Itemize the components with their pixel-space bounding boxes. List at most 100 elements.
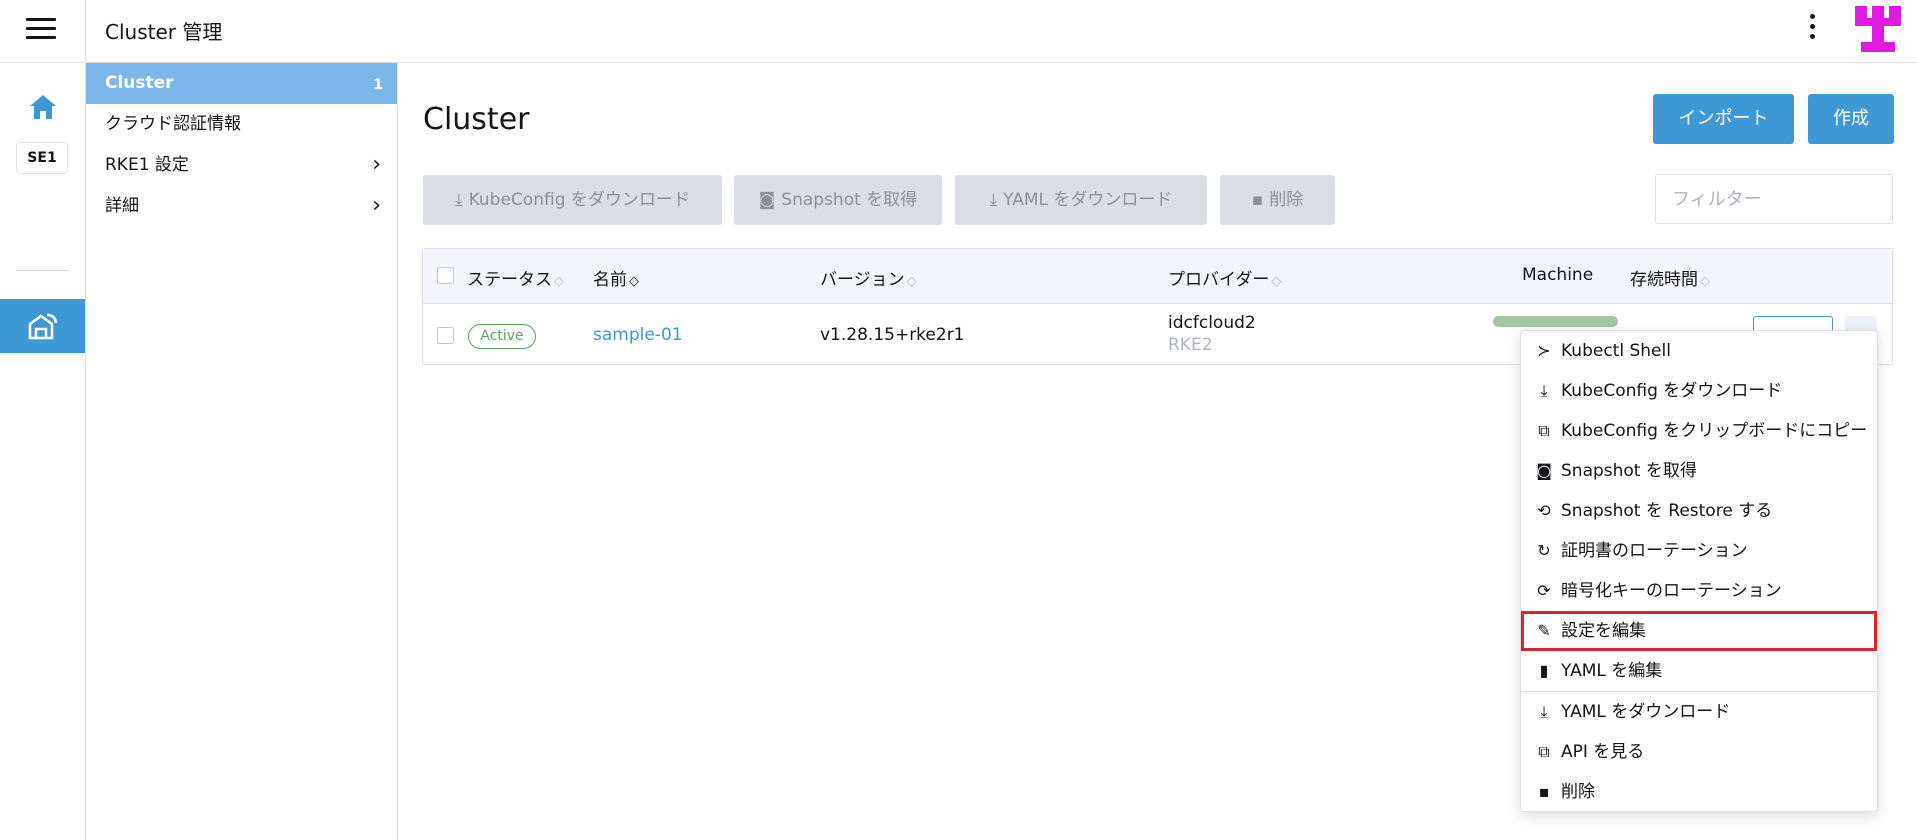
column-header-age[interactable]: 存続時間 ◇ — [1630, 265, 1710, 290]
column-header-status[interactable]: ステータス ◇ — [467, 265, 564, 290]
trash-icon: ▪ — [1251, 190, 1264, 210]
download-icon: ⤓ — [455, 190, 463, 210]
cluster-provider-type: RKE2 — [1168, 335, 1213, 355]
cluster-provider: idcfcloud2 — [1168, 313, 1256, 333]
column-label: ステータス — [467, 270, 552, 290]
menu-item-label: 設定を編集 — [1561, 621, 1646, 641]
menu-item-label: 暗号化キーのローテーション — [1561, 581, 1782, 601]
column-label: プロバイダー — [1168, 270, 1270, 290]
cluster-management-icon — [28, 313, 58, 340]
button-label: YAML をダウンロード — [1003, 190, 1173, 210]
top-bar: Cluster 管理 — [0, 0, 1917, 63]
menu-item-download-yaml[interactable]: ⤓ YAML をダウンロード — [1521, 692, 1877, 732]
sidenav-item-details[interactable]: 詳細 › — [86, 186, 397, 227]
restore-icon: ⟲ — [1537, 501, 1551, 520]
sort-icon: ◇ — [1271, 274, 1282, 289]
rotate-icon: ↻ — [1537, 541, 1551, 560]
menu-item-label: API を見る — [1561, 742, 1645, 762]
external-link-icon: ⧉ — [1538, 742, 1550, 761]
camera-icon: ◙ — [1536, 461, 1552, 480]
menu-item-delete[interactable]: ▪ 削除 — [1521, 772, 1877, 812]
menu-item-label: Kubectl Shell — [1561, 341, 1671, 361]
menu-item-label: 証明書のローテーション — [1561, 541, 1748, 561]
sidenav-item-label: クラウド認証情報 — [105, 114, 241, 134]
chevron-right-icon: › — [372, 152, 381, 177]
cluster-actions-menu: ≻ Kubectl Shell ⤓ KubeConfig をダウンロード ⧉ Kube… — [1520, 330, 1878, 812]
menu-item-copy-kubeconfig[interactable]: ⧉ KubeConfig をクリップボードにコピー — [1521, 411, 1877, 451]
menu-item-label: Snapshot を Restore する — [1561, 501, 1773, 521]
left-rail: SE1 — [0, 63, 86, 840]
sidenav-item-rke1-settings[interactable]: RKE1 設定 › — [86, 145, 397, 186]
page-title: Cluster — [423, 102, 530, 137]
download-kubeconfig-button[interactable]: ⤓ KubeConfig をダウンロード — [423, 175, 722, 225]
column-label: バージョン — [820, 270, 905, 290]
menu-item-label: KubeConfig をクリップボードにコピー — [1561, 421, 1868, 441]
menu-item-kubectl-shell[interactable]: ≻ Kubectl Shell — [1521, 331, 1877, 371]
download-icon: ⤓ — [1540, 381, 1548, 400]
download-icon: ⤓ — [1540, 702, 1548, 721]
home-icon[interactable] — [28, 93, 58, 121]
cluster-badge[interactable]: SE1 — [16, 142, 68, 174]
sidenav-item-cloud-credentials[interactable]: クラウド認証情報 — [86, 104, 397, 145]
column-label: 存続時間 — [1630, 270, 1698, 290]
cluster-management-nav[interactable] — [0, 299, 85, 353]
machine-progress-bar — [1493, 316, 1618, 327]
menu-item-view-api[interactable]: ⧉ API を見る — [1521, 732, 1877, 772]
delete-button[interactable]: ▪ 削除 — [1220, 175, 1335, 225]
file-icon: ▮ — [1539, 661, 1549, 680]
download-yaml-button[interactable]: ⤓ YAML をダウンロード — [955, 175, 1207, 225]
create-button[interactable]: 作成 — [1808, 94, 1894, 144]
menu-item-label: Snapshot を取得 — [1561, 461, 1697, 481]
button-label: Snapshot を取得 — [781, 190, 918, 210]
sidenav-item-cluster[interactable]: Cluster 1 — [86, 63, 397, 104]
status-badge: Active — [468, 324, 536, 349]
cluster-name-link[interactable]: sample-01 — [593, 325, 683, 345]
column-label: 名前 — [593, 270, 627, 290]
column-header-name[interactable]: 名前 ◇ — [593, 265, 639, 290]
copy-icon: ⧉ — [1538, 421, 1550, 440]
column-header-version[interactable]: バージョン ◇ — [820, 265, 917, 290]
menu-item-edit-yaml[interactable]: ▮ YAML を編集 — [1521, 651, 1877, 691]
sidenav-item-label: RKE1 設定 — [105, 155, 189, 175]
chevron-right-icon: › — [372, 193, 381, 218]
trash-icon: ▪ — [1538, 782, 1550, 801]
menu-item-label: YAML を編集 — [1561, 661, 1663, 681]
rail-divider — [16, 270, 68, 271]
menu-item-label: 削除 — [1561, 782, 1595, 802]
menu-item-label: YAML をダウンロード — [1561, 702, 1731, 722]
sort-icon: ◇ — [554, 274, 564, 289]
menu-item-rotate-encryption-keys[interactable]: ⟳ 暗号化キーのローテーション — [1521, 571, 1877, 611]
menu-item-restore-snapshot[interactable]: ⟲ Snapshot を Restore する — [1521, 491, 1877, 531]
top-divider — [85, 0, 86, 63]
menu-item-rotate-certificates[interactable]: ↻ 証明書のローテーション — [1521, 531, 1877, 571]
menu-item-download-kubeconfig[interactable]: ⤓ KubeConfig をダウンロード — [1521, 371, 1877, 411]
terminal-icon: ≻ — [1537, 341, 1551, 360]
column-header-provider[interactable]: プロバイダー ◇ — [1168, 265, 1281, 290]
menu-item-take-snapshot[interactable]: ◙ Snapshot を取得 — [1521, 451, 1877, 491]
cluster-count-badge: 1 — [373, 77, 383, 93]
sort-icon: ◇ — [1700, 274, 1710, 289]
import-button[interactable]: インポート — [1653, 94, 1794, 144]
sidenav-item-label: Cluster — [105, 73, 174, 93]
page-header-title: Cluster 管理 — [105, 20, 223, 44]
filter-input[interactable] — [1655, 174, 1893, 224]
refresh-icon: ⟳ — [1537, 581, 1551, 600]
camera-icon: ◙ — [758, 190, 776, 210]
button-label: KubeConfig をダウンロード — [468, 190, 690, 210]
sidenav-item-label: 詳細 — [105, 196, 139, 216]
sort-icon: ◇ — [906, 274, 917, 289]
select-all-checkbox[interactable] — [437, 267, 454, 284]
download-icon: ⤓ — [989, 190, 998, 210]
column-header-machine: Machine — [1522, 265, 1594, 285]
more-options-icon[interactable] — [1804, 14, 1820, 44]
hamburger-menu-icon[interactable] — [26, 18, 56, 42]
pencil-icon: ✎ — [1537, 621, 1551, 640]
brand-logo-icon[interactable] — [1855, 6, 1901, 52]
sort-icon: ◇ — [629, 274, 639, 289]
take-snapshot-button[interactable]: ◙ Snapshot を取得 — [734, 175, 942, 225]
row-checkbox[interactable] — [437, 327, 454, 344]
table-header: ステータス ◇ 名前 ◇ バージョン ◇ プロバイダー ◇ Machine 存続時間 ◇ — [423, 249, 1892, 304]
menu-item-edit-config[interactable]: ✎ 設定を編集 — [1521, 611, 1877, 651]
menu-item-label: KubeConfig をダウンロード — [1561, 381, 1783, 401]
side-nav: Cluster 1 クラウド認証情報 RKE1 設定 › 詳細 › — [86, 63, 398, 840]
